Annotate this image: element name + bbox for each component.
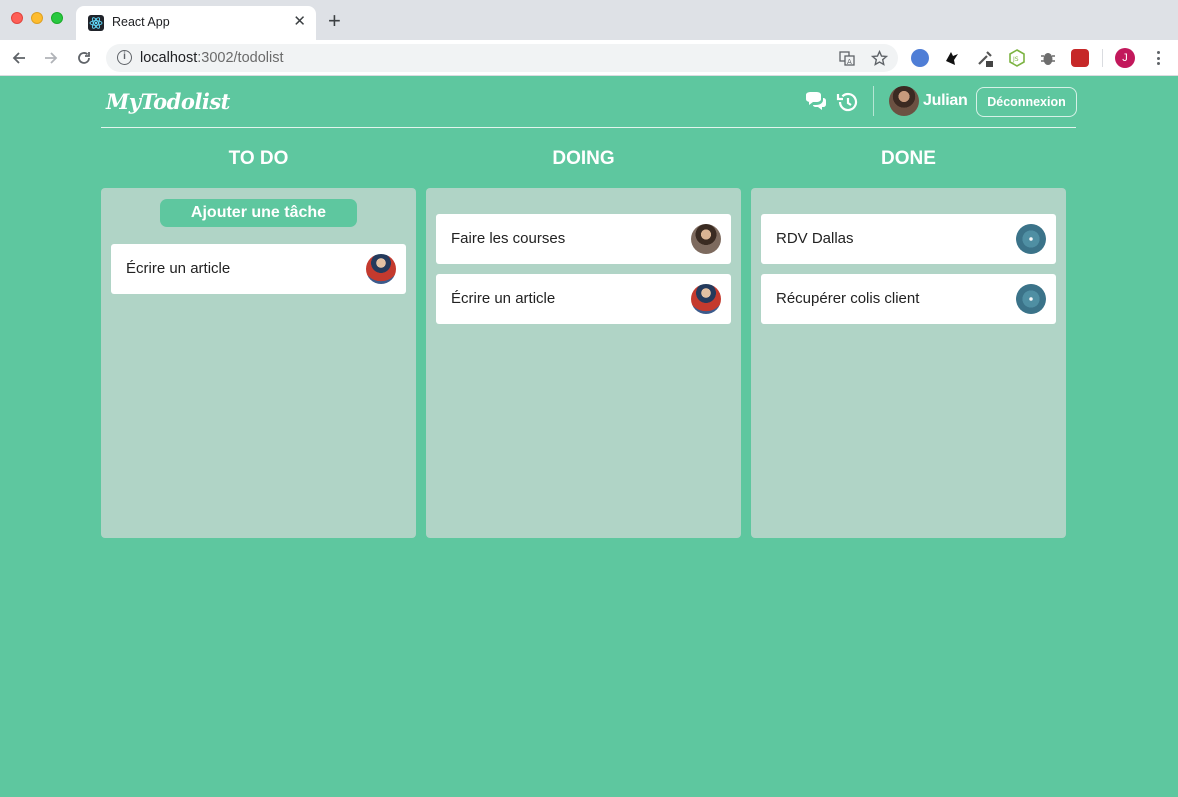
reload-icon[interactable] — [73, 47, 95, 69]
user-avatar — [691, 224, 721, 254]
close-tab-icon[interactable]: ✕ — [293, 13, 306, 31]
maximize-window-button[interactable] — [51, 12, 63, 24]
task-title: Récupérer colis client — [776, 290, 920, 307]
column-done: RDV Dallas Récupérer colis client — [751, 188, 1066, 538]
task-card[interactable]: Écrire un article — [111, 244, 406, 294]
forward-arrow-icon[interactable] — [40, 47, 62, 69]
username: Julian — [923, 92, 968, 109]
address-bar[interactable]: i localhost:3002/todolist A — [106, 44, 898, 72]
svg-text:JS: JS — [1012, 56, 1019, 63]
app-header: MyTodolist Julian Déconnexion — [101, 76, 1077, 128]
menu-dots-icon[interactable] — [1150, 48, 1166, 68]
extension-nodejs-icon[interactable]: JS — [1008, 49, 1026, 67]
toolbar-divider — [1102, 49, 1103, 67]
column-todo: Ajouter une tâche Écrire un article — [101, 188, 416, 538]
history-icon[interactable] — [836, 91, 860, 113]
column-doing: Faire les courses Écrire un article — [426, 188, 741, 538]
column-title-todo: TO DO — [228, 148, 289, 169]
add-task-button[interactable]: Ajouter une tâche — [160, 199, 357, 227]
task-title: Écrire un article — [126, 260, 231, 277]
task-card[interactable]: RDV Dallas — [761, 214, 1056, 264]
task-title: Faire les courses — [451, 230, 566, 247]
url-text: localhost:3002/todolist — [140, 50, 284, 66]
bookmark-star-icon[interactable] — [870, 49, 888, 67]
task-card[interactable]: Faire les courses — [436, 214, 731, 264]
extension-blue-icon[interactable] — [911, 49, 929, 67]
browser-tab[interactable]: React App ✕ — [76, 6, 316, 40]
tab-title: React App — [112, 15, 170, 29]
user-avatar — [366, 254, 396, 284]
svg-text:A: A — [847, 58, 852, 66]
extension-red-icon[interactable] — [1071, 49, 1089, 67]
browser-tab-bar: React App ✕ + — [0, 0, 1178, 40]
site-info-icon[interactable]: i — [117, 50, 132, 65]
minimize-window-button[interactable] — [31, 12, 43, 24]
column-title-doing: DOING — [552, 148, 615, 169]
extension-ninja-icon[interactable] — [943, 49, 961, 67]
user-avatar — [1016, 284, 1046, 314]
back-arrow-icon[interactable] — [8, 47, 30, 69]
task-title: Écrire un article — [451, 290, 556, 307]
task-card[interactable]: Écrire un article — [436, 274, 731, 324]
translate-icon[interactable]: A — [838, 49, 856, 67]
task-title: RDV Dallas — [776, 230, 854, 247]
new-tab-icon[interactable]: + — [328, 10, 341, 32]
app-logo[interactable]: MyTodolist — [106, 89, 230, 114]
header-divider — [873, 86, 874, 116]
profile-avatar[interactable]: J — [1115, 48, 1135, 68]
task-card[interactable]: Récupérer colis client — [761, 274, 1056, 324]
browser-toolbar: i localhost:3002/todolist A JS J — [0, 40, 1178, 76]
close-window-button[interactable] — [11, 12, 23, 24]
user-avatar — [1016, 224, 1046, 254]
logout-button[interactable]: Déconnexion — [976, 87, 1077, 117]
column-title-done: DONE — [881, 148, 936, 169]
react-logo-icon — [88, 15, 104, 31]
user-avatar — [691, 284, 721, 314]
extension-bug-icon[interactable] — [1039, 49, 1057, 67]
extension-eyedropper-icon[interactable] — [976, 49, 994, 67]
chat-icon[interactable] — [804, 91, 828, 113]
user-avatar — [889, 86, 919, 116]
